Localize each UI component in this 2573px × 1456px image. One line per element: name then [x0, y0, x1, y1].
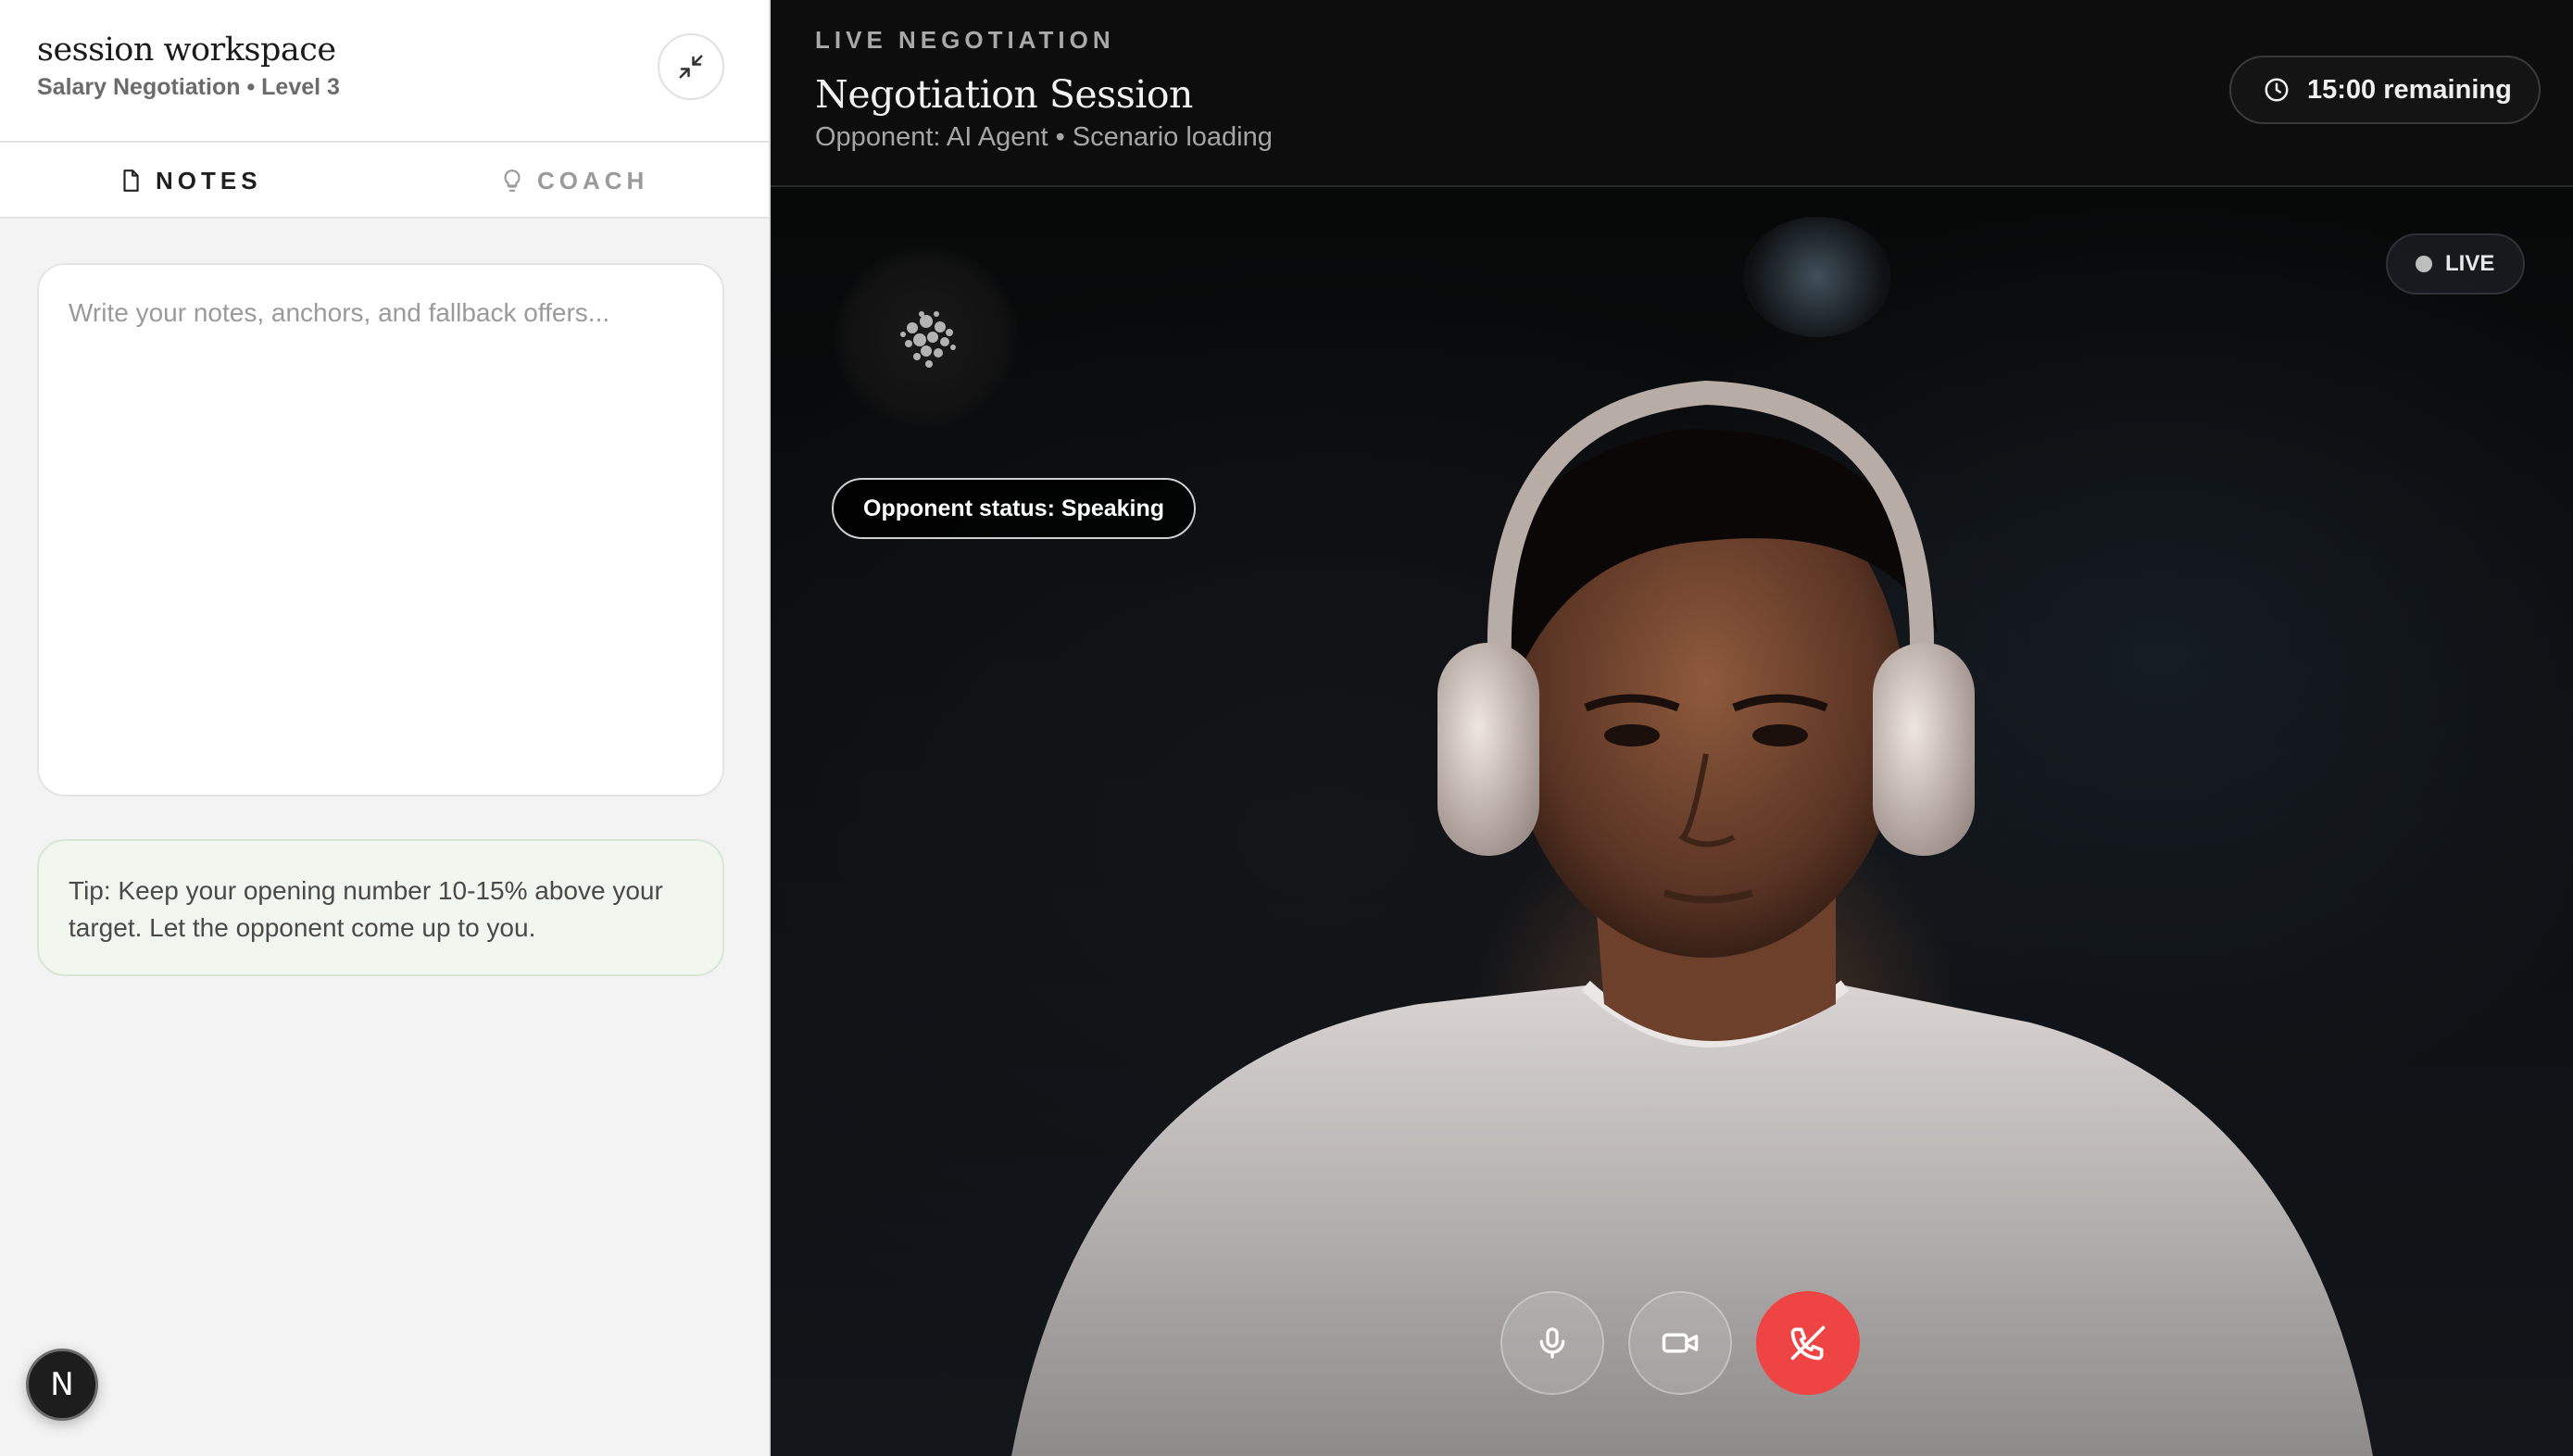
- session-title: Negotiation Session: [815, 72, 1193, 117]
- microphone-button[interactable]: [1500, 1291, 1604, 1395]
- session-subtitle: Opponent: AI Agent • Scenario loading: [815, 122, 1273, 152]
- clock-icon: [2265, 78, 2289, 102]
- sidebar-title: session workspace: [37, 31, 336, 69]
- tab-notes[interactable]: NOTES: [119, 143, 262, 219]
- session-workspace-panel: session workspace Salary Negotiation • L…: [0, 0, 771, 1456]
- phone-hangup-icon: [1790, 1325, 1826, 1361]
- collapse-panel-button[interactable]: [658, 33, 724, 100]
- video-camera-icon: [1662, 1333, 1699, 1353]
- sidebar-subtitle: Salary Negotiation • Level 3: [37, 74, 340, 100]
- minimize-arrows-icon: [679, 55, 703, 79]
- camera-button[interactable]: [1628, 1291, 1732, 1395]
- call-controls: [1500, 1291, 1860, 1395]
- particle-orb-icon: [900, 311, 956, 368]
- tab-coach[interactable]: COACH: [500, 143, 648, 219]
- notes-textarea[interactable]: [39, 265, 722, 795]
- sidebar-tabs: NOTES COACH: [0, 143, 769, 219]
- tab-notes-label: NOTES: [156, 166, 262, 195]
- live-dot-icon: [2416, 256, 2432, 272]
- tip-card: Tip: Keep your opening number 10-15% abo…: [37, 839, 724, 976]
- microphone-icon: [1539, 1327, 1565, 1359]
- self-view-person-image: [1011, 380, 2373, 1456]
- timer-text: 15:00 remaining: [2307, 74, 2512, 105]
- live-indicator: LIVE: [2386, 233, 2525, 295]
- session-header: LIVE NEGOTIATION Negotiation Session Opp…: [771, 0, 2573, 187]
- lightbulb-icon: [504, 169, 521, 192]
- video-feed: Opponent status: Speaking LIVE: [771, 189, 2573, 1456]
- app-badge-button[interactable]: N: [26, 1349, 98, 1421]
- document-icon: [123, 169, 139, 192]
- ai-opponent-avatar: [834, 245, 1019, 430]
- live-label: LIVE: [2445, 251, 2495, 276]
- live-session-main: LIVE NEGOTIATION Negotiation Session Opp…: [771, 0, 2573, 1456]
- session-timer: 15:00 remaining: [2229, 56, 2541, 124]
- sidebar-header: session workspace Salary Negotiation • L…: [0, 0, 769, 143]
- live-negotiation-eyebrow: LIVE NEGOTIATION: [815, 26, 1115, 54]
- opponent-status-badge: Opponent status: Speaking: [832, 478, 1197, 539]
- notes-editor: [37, 263, 724, 797]
- tab-coach-label: COACH: [537, 166, 649, 195]
- end-call-button[interactable]: [1756, 1291, 1860, 1395]
